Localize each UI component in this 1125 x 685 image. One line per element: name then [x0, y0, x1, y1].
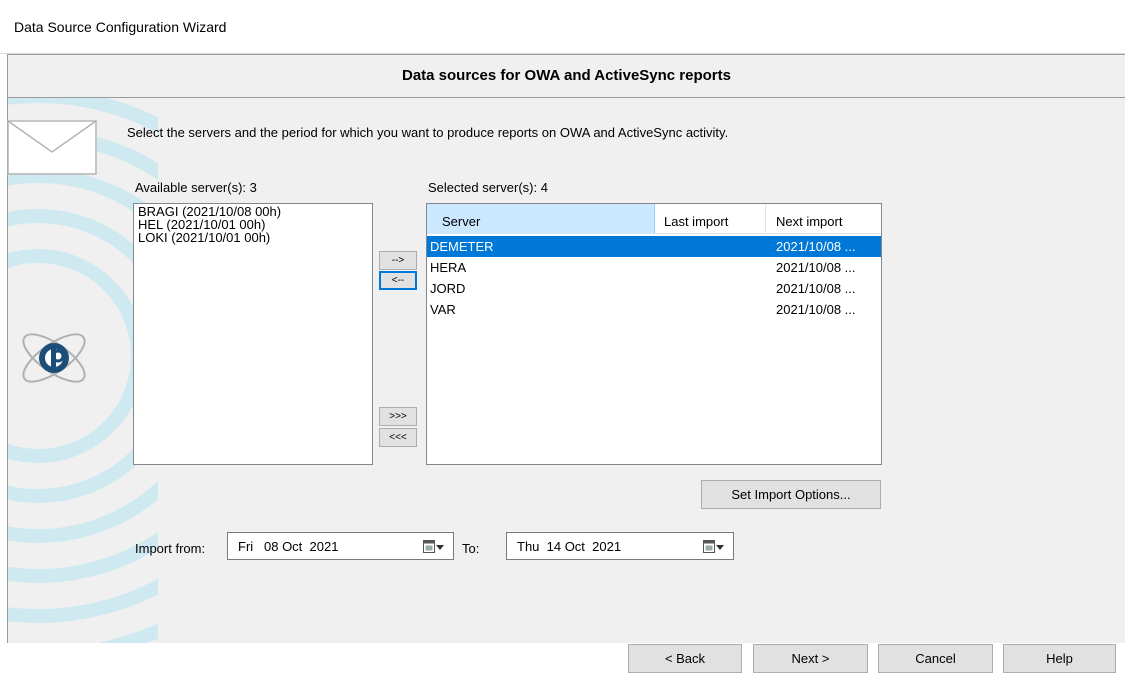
- list-item[interactable]: LOKI (2021/10/01 00h): [138, 231, 368, 244]
- page-title: Data sources for OWA and ActiveSync repo…: [402, 67, 731, 84]
- available-servers-label: Available server(s): 3: [135, 180, 257, 195]
- column-header-server[interactable]: Server: [427, 204, 655, 234]
- server-cell: HERA: [430, 260, 467, 275]
- wizard-header: Data sources for OWA and ActiveSync repo…: [7, 54, 1125, 98]
- remove-all-servers-button[interactable]: <<<: [379, 428, 417, 447]
- column-header-last-import[interactable]: Last import: [655, 204, 766, 234]
- import-from-date: Fri 08 Oct 2021: [238, 539, 339, 554]
- next-import-cell: 2021/10/08 ...: [776, 260, 856, 275]
- server-cell: JORD: [430, 281, 466, 296]
- next-import-cell: 2021/10/08 ...: [776, 302, 856, 317]
- import-to-date: Thu 14 Oct 2021: [517, 539, 622, 554]
- server-cell: VAR: [430, 302, 456, 317]
- import-to-datepicker[interactable]: Thu 14 Oct 2021: [506, 532, 734, 560]
- selected-servers-label: Selected server(s): 4: [428, 180, 548, 195]
- instruction-text: Select the servers and the period for wh…: [127, 125, 729, 140]
- server-cell: DEMETER: [430, 239, 494, 254]
- cancel-button[interactable]: Cancel: [878, 644, 993, 673]
- title-bar: Data Source Configuration Wizard: [0, 0, 1125, 54]
- back-button[interactable]: < Back: [628, 644, 742, 673]
- listview-header: Server Last import Next import: [427, 204, 881, 234]
- add-server-button[interactable]: -->: [379, 251, 417, 270]
- table-row[interactable]: DEMETER 2021/10/08 ...: [427, 236, 881, 257]
- selected-servers-listview[interactable]: Server Last import Next import DEMETER 2…: [426, 203, 882, 465]
- remove-server-button[interactable]: <--: [379, 271, 417, 290]
- table-row[interactable]: HERA 2021/10/08 ...: [427, 257, 881, 278]
- envelope-icon: [7, 120, 97, 175]
- next-import-cell: 2021/10/08 ...: [776, 281, 856, 296]
- calendar-dropdown-icon[interactable]: [423, 540, 445, 554]
- import-from-datepicker[interactable]: Fri 08 Oct 2021: [227, 532, 454, 560]
- import-to-label: To:: [462, 541, 480, 556]
- calendar-dropdown-icon[interactable]: [703, 540, 725, 554]
- next-button[interactable]: Next >: [753, 644, 868, 673]
- set-import-options-button[interactable]: Set Import Options...: [701, 480, 881, 509]
- help-button[interactable]: Help: [1003, 644, 1116, 673]
- window-title: Data Source Configuration Wizard: [14, 19, 227, 35]
- add-all-servers-button[interactable]: >>>: [379, 407, 417, 426]
- column-header-next-import[interactable]: Next import: [766, 204, 881, 234]
- table-row[interactable]: JORD 2021/10/08 ...: [427, 278, 881, 299]
- import-from-label: Import from:: [135, 541, 206, 556]
- next-import-cell: 2021/10/08 ...: [776, 239, 856, 254]
- product-logo-icon: [14, 318, 94, 398]
- table-row[interactable]: VAR 2021/10/08 ...: [427, 299, 881, 320]
- available-servers-list[interactable]: BRAGI (2021/10/08 00h) HEL (2021/10/01 0…: [133, 203, 373, 465]
